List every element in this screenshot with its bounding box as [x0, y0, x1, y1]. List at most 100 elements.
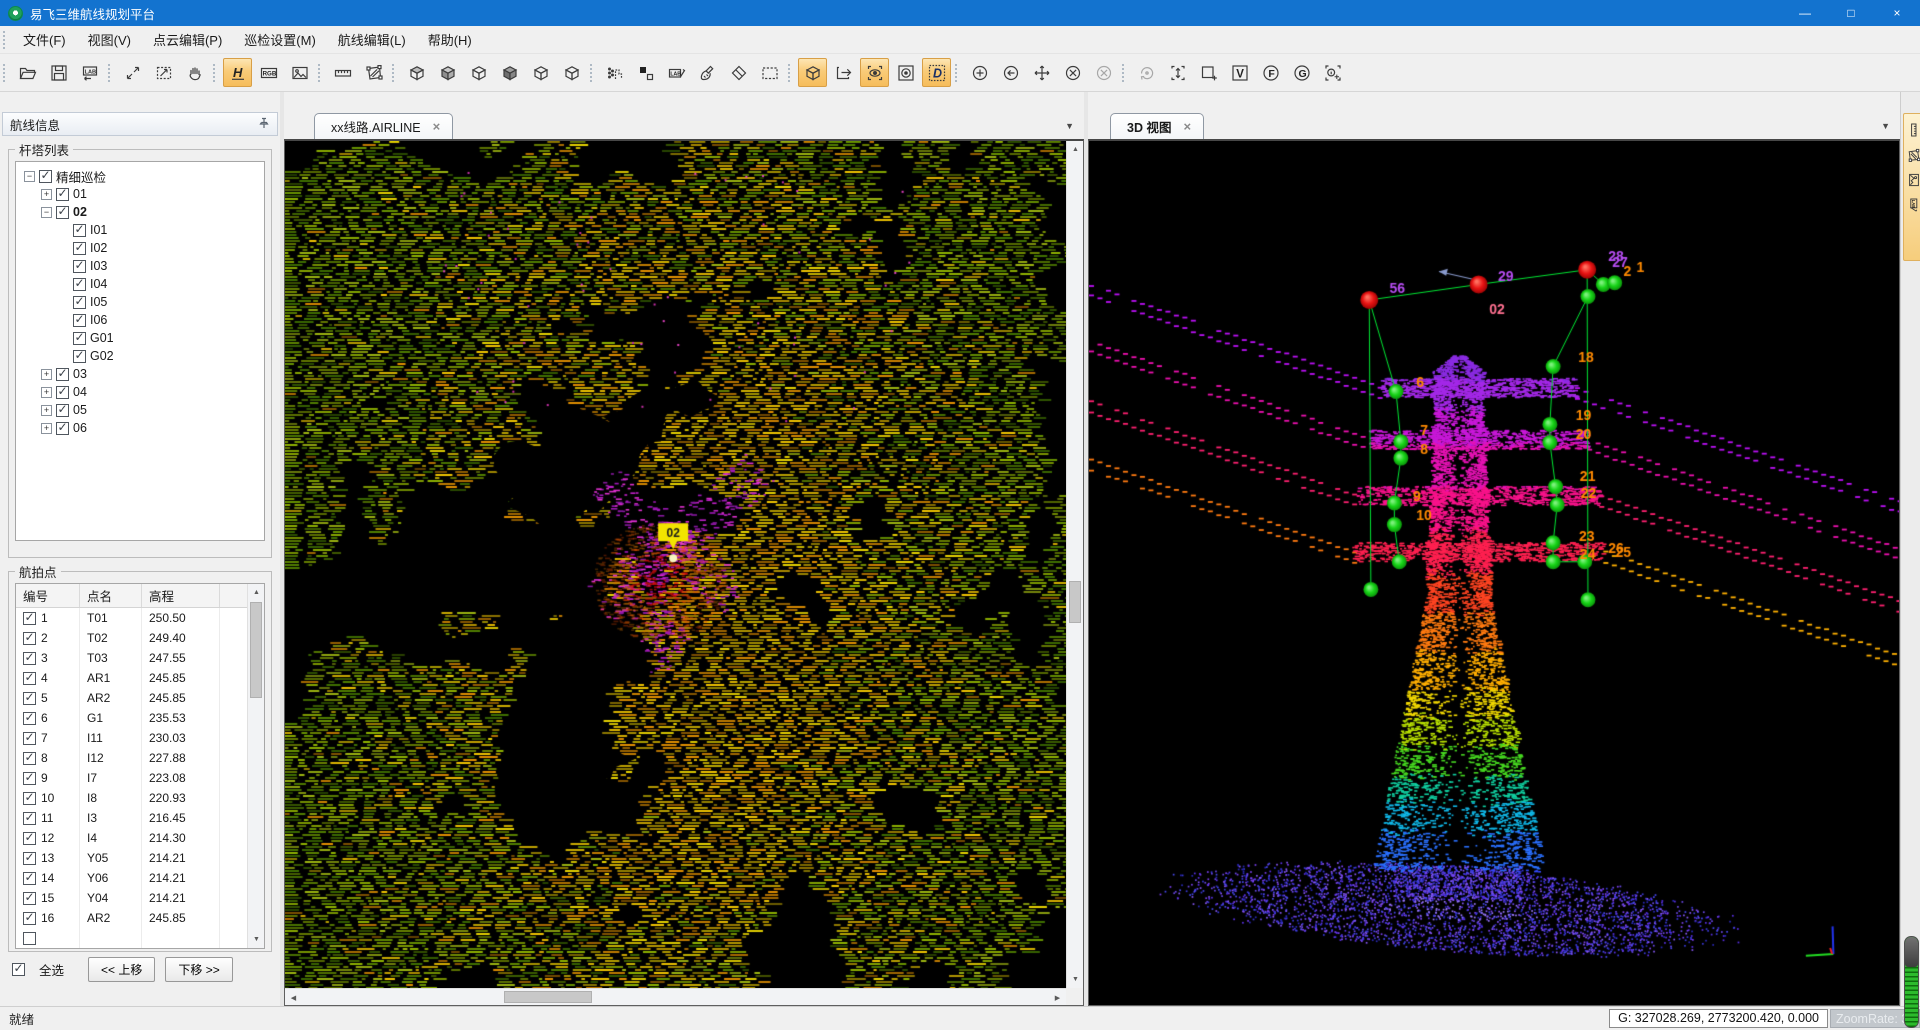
scrollbar-thumb[interactable]: [250, 602, 262, 698]
clip-cube-top-button[interactable]: [402, 58, 431, 87]
tab-close-icon[interactable]: ×: [433, 120, 441, 133]
waypoint-row[interactable]: 7I11230.03: [16, 728, 247, 748]
tree-checkbox[interactable]: [56, 206, 69, 219]
tree-item-03[interactable]: +03: [18, 365, 262, 383]
tree-item-I04[interactable]: I04: [18, 275, 262, 293]
height-render-mode-button[interactable]: H: [223, 58, 252, 87]
menu-item-3[interactable]: 巡检设置(M): [233, 26, 327, 53]
image-render-mode-button[interactable]: [285, 58, 314, 87]
tab-3d-view[interactable]: 3D 视图 ×: [1110, 113, 1204, 139]
zoom-in-view-button[interactable]: [965, 58, 994, 87]
delete-view-button[interactable]: [1058, 58, 1087, 87]
waypoint-row[interactable]: 3T03247.55: [16, 648, 247, 668]
tree-item-04[interactable]: +04: [18, 383, 262, 401]
zoom-slider-thumb[interactable]: [1905, 937, 1918, 967]
waypoint-checkbox[interactable]: [23, 612, 36, 625]
expand-icon[interactable]: +: [41, 423, 52, 434]
waypoint-row[interactable]: 5AR2245.85: [16, 688, 247, 708]
tree-item-I05[interactable]: I05: [18, 293, 262, 311]
rgb-render-mode-button[interactable]: RGB: [254, 58, 283, 87]
image-mode-icon[interactable]: [1906, 172, 1920, 188]
lab-export-button[interactable]: LAB: [75, 58, 104, 87]
rotate-view-button[interactable]: [1132, 58, 1161, 87]
rect-select-button[interactable]: [755, 58, 784, 87]
ruler-measure-button[interactable]: [328, 58, 357, 87]
move-up-button[interactable]: << 上移: [88, 957, 155, 982]
tree-checkbox[interactable]: [73, 296, 86, 309]
waypoint-row[interactable]: 9I7223.08: [16, 768, 247, 788]
menu-item-5[interactable]: 帮助(H): [417, 26, 483, 53]
collapse-icon[interactable]: −: [24, 171, 35, 182]
top-view-vscroll[interactable]: ▲ ▼: [1066, 141, 1083, 988]
tree-checkbox[interactable]: [73, 242, 86, 255]
toolbar-grip[interactable]: [1122, 64, 1126, 82]
tree-checkbox[interactable]: [56, 386, 69, 399]
zoom-level-slider[interactable]: [1904, 936, 1919, 1028]
expand-icon[interactable]: +: [41, 387, 52, 398]
tab-overflow-icon[interactable]: ▼: [1881, 121, 1890, 131]
tower-tree[interactable]: −精细巡检+01−02I01I02I03I04I05I06G01G02+03+0…: [15, 161, 265, 541]
waypoint-row[interactable]: 12I4214.30: [16, 828, 247, 848]
clip-box-view-button[interactable]: [798, 58, 827, 87]
tree-item-05[interactable]: +05: [18, 401, 262, 419]
f-mode-button[interactable]: F: [1256, 58, 1285, 87]
polygon-measure-icon[interactable]: [1906, 147, 1920, 163]
tree-checkbox[interactable]: [73, 260, 86, 273]
scrollbar-track[interactable]: [248, 601, 264, 931]
waypoint-checkbox[interactable]: [23, 692, 36, 705]
add-view-button[interactable]: [1194, 58, 1223, 87]
tree-checkbox[interactable]: [73, 350, 86, 363]
toolbar-grip[interactable]: [213, 64, 217, 82]
export-view-button[interactable]: [829, 58, 858, 87]
info-settings-button[interactable]: [1318, 58, 1347, 87]
waypoint-row[interactable]: 2T02249.40: [16, 628, 247, 648]
menu-item-0[interactable]: 文件(F): [12, 26, 77, 53]
maximize-button[interactable]: □: [1828, 0, 1874, 26]
tree-item-精细巡检[interactable]: −精细巡检: [18, 167, 262, 185]
tree-item-G02[interactable]: G02: [18, 347, 262, 365]
tree-checkbox[interactable]: [73, 314, 86, 327]
class-squares-button[interactable]: [631, 58, 660, 87]
toolbar-grip[interactable]: [788, 64, 792, 82]
scroll-right-icon[interactable]: ▶: [1049, 989, 1066, 1006]
scroll-up-icon[interactable]: ▲: [1067, 141, 1084, 158]
tree-checkbox[interactable]: [73, 332, 86, 345]
toolbar-grip[interactable]: [590, 64, 594, 82]
column-header-高程[interactable]: 高程: [142, 584, 220, 607]
waypoint-row[interactable]: 16AR2245.85: [16, 908, 247, 928]
waypoint-row[interactable]: 6G1235.53: [16, 708, 247, 728]
scroll-down-icon[interactable]: ▼: [1067, 971, 1084, 988]
waypoint-checkbox[interactable]: [23, 792, 36, 805]
point-classify-button[interactable]: [600, 58, 629, 87]
waypoint-checkbox[interactable]: [23, 892, 36, 905]
view3d-canvas[interactable]: [1089, 141, 1899, 1005]
scrollbar-track[interactable]: [302, 989, 1049, 1005]
waypoint-row[interactable]: [16, 928, 247, 948]
layers-disc-button[interactable]: [891, 58, 920, 87]
waypoint-checkbox[interactable]: [23, 832, 36, 845]
clip-cube-solid-button[interactable]: [433, 58, 462, 87]
waypoint-checkbox[interactable]: [23, 672, 36, 685]
auto-hide-pin-icon[interactable]: [258, 117, 270, 132]
waypoint-row[interactable]: 15Y04214.21: [16, 888, 247, 908]
view-back-button[interactable]: [996, 58, 1025, 87]
waypoint-row[interactable]: 4AR1245.85: [16, 668, 247, 688]
waypoint-checkbox[interactable]: [23, 852, 36, 865]
move-view-button[interactable]: [1027, 58, 1056, 87]
waypoint-checkbox[interactable]: [23, 652, 36, 665]
column-header-编号[interactable]: 编号: [16, 584, 80, 607]
tree-checkbox[interactable]: [73, 224, 86, 237]
clip-cube-outline-2-button[interactable]: [526, 58, 555, 87]
top-view-canvas[interactable]: [285, 141, 1066, 988]
tab-close-icon[interactable]: ×: [1183, 120, 1191, 133]
tree-checkbox[interactable]: [39, 170, 52, 183]
waypoint-row[interactable]: 11I3216.45: [16, 808, 247, 828]
waypoint-table-scrollbar[interactable]: ▲ ▼: [247, 584, 264, 948]
waypoint-row[interactable]: 14Y06214.21: [16, 868, 247, 888]
ruler-measure-icon[interactable]: [1906, 122, 1920, 138]
scrollbar-thumb[interactable]: [1069, 581, 1081, 623]
waypoint-checkbox[interactable]: [23, 932, 36, 945]
fit-view-button[interactable]: [118, 58, 147, 87]
move-down-button[interactable]: 下移 >>: [165, 957, 232, 982]
scroll-down-icon[interactable]: ▼: [248, 931, 265, 948]
